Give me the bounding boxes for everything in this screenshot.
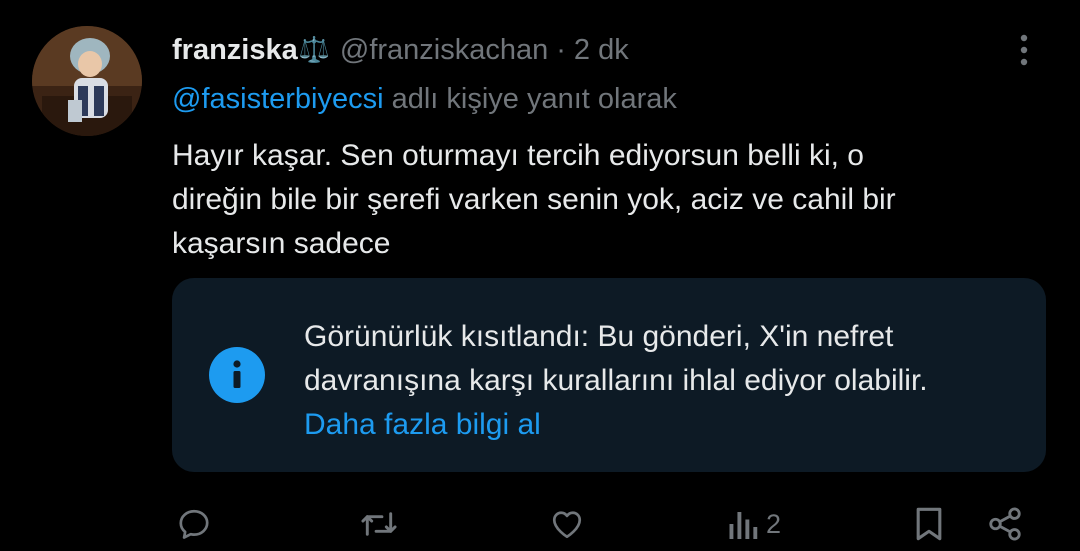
share-button[interactable] — [986, 502, 1024, 546]
bookmark-button[interactable] — [912, 502, 946, 546]
tweet-text-line: direğin bile bir şerefi varken senin yok… — [172, 183, 896, 216]
tweet-text-line: kaşarsın sadece — [172, 227, 391, 260]
like-button[interactable] — [548, 502, 586, 546]
learn-more-link[interactable]: Daha fazla bilgi al — [304, 403, 928, 447]
notice-body: Görünürlük kısıtlandı: Bu gönderi, X'in … — [304, 315, 928, 447]
info-icon — [209, 347, 265, 403]
avatar-image — [32, 26, 142, 136]
tweet-timestamp[interactable]: 2 dk — [574, 34, 629, 67]
retweet-icon — [361, 512, 397, 536]
more-options-icon[interactable] — [1004, 30, 1044, 70]
tweet-header: franziska ⚖️ @franziskachan · 2 dk — [172, 28, 629, 72]
bookmark-icon — [916, 507, 942, 541]
reply-to-label: adlı kişiye yanıt olarak — [391, 82, 677, 115]
reply-icon — [179, 509, 209, 539]
share-icon — [989, 507, 1021, 541]
views-icon — [729, 512, 758, 539]
author-name[interactable]: franziska — [172, 34, 298, 67]
views-button[interactable]: 2 — [726, 502, 781, 546]
tweet-text-line: Hayır kaşar. Sen oturmayı tercih ediyors… — [172, 139, 864, 172]
notice-text-line: davranışına karşı kurallarını ihlal ediy… — [304, 364, 928, 397]
retweet-button[interactable] — [360, 502, 398, 546]
notice-text-line: Görünürlük kısıtlandı: Bu gönderi, X'in … — [304, 320, 894, 353]
tweet-text: Hayır kaşar. Sen oturmayı tercih ediyors… — [172, 134, 1012, 266]
like-icon — [552, 511, 582, 539]
author-handle[interactable]: @franziskachan — [340, 34, 548, 67]
reply-button[interactable] — [176, 502, 212, 546]
avatar[interactable] — [32, 26, 142, 136]
views-count: 2 — [766, 508, 782, 539]
scales-icon: ⚖️ — [298, 35, 330, 64]
reply-to-user-link[interactable]: @fasisterbiyecsi — [172, 83, 384, 116]
action-bar: 2 — [0, 498, 1080, 548]
visibility-notice: Görünürlük kısıtlandı: Bu gönderi, X'in … — [172, 278, 1046, 472]
separator-dot: · — [556, 33, 566, 66]
reply-context: @fasisterbiyecsi adlı kişiye yanıt olara… — [172, 78, 677, 120]
